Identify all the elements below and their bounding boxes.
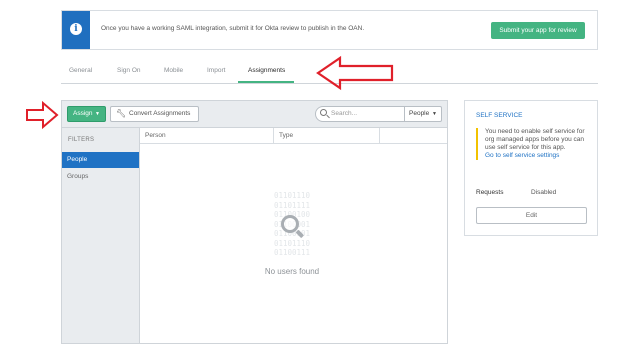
binary-line: 01101110 — [273, 191, 311, 200]
column-person[interactable]: Person — [140, 128, 273, 144]
assignments-panel: Assign ▼ 🔧︎ Convert Assignments Search..… — [61, 100, 448, 344]
wrench-icon: 🔧︎ — [116, 109, 127, 118]
edit-button[interactable]: Edit — [476, 207, 587, 224]
column-empty — [380, 128, 447, 144]
convert-label: Convert Assignments — [129, 110, 191, 117]
banner-message: Once you have a working SAML integration… — [101, 25, 365, 32]
binary-line: 01101111 — [273, 200, 311, 210]
self-service-settings-link[interactable]: Go to self service settings — [485, 152, 559, 159]
filter-groups[interactable]: Groups — [62, 169, 139, 185]
annotation-arrow-left — [316, 55, 394, 91]
tab-mobile[interactable]: Mobile — [164, 67, 183, 74]
tab-general[interactable]: General — [69, 67, 92, 74]
search-placeholder: Search... — [331, 110, 358, 117]
search-icon — [320, 109, 327, 116]
info-icon-box: i — [62, 11, 90, 49]
binary-line: 01100111 — [273, 248, 311, 257]
info-icon: i — [70, 23, 82, 35]
search-input[interactable]: Search... — [315, 106, 405, 122]
filters-sidebar: FILTERS People Groups — [62, 128, 140, 343]
tab-assignments[interactable]: Assignments — [248, 67, 285, 74]
requests-status: Disabled — [531, 189, 557, 196]
tab-import[interactable]: Import — [207, 67, 225, 74]
filter-people[interactable]: People — [62, 152, 139, 168]
self-service-panel: SELF SERVICE You need to enable self ser… — [464, 100, 598, 236]
assign-button[interactable]: Assign ▼ — [67, 106, 106, 122]
self-service-title: SELF SERVICE — [476, 112, 523, 119]
assign-label: Assign — [73, 110, 93, 117]
tab-sign-on[interactable]: Sign On — [117, 67, 141, 74]
submit-for-review-button[interactable]: Submit your app for review — [491, 22, 585, 39]
caret-down-icon: ▼ — [432, 111, 437, 117]
binary-line: 01101110 — [273, 238, 311, 248]
active-tab-indicator — [238, 81, 294, 83]
people-select-value: People — [409, 110, 430, 117]
empty-state-message: No users found — [264, 267, 320, 276]
people-type-select[interactable]: People ▼ — [404, 106, 442, 122]
caret-down-icon: ▼ — [95, 111, 100, 117]
requests-label: Requests — [476, 189, 504, 196]
annotation-arrow-right — [26, 100, 59, 130]
convert-assignments-button[interactable]: 🔧︎ Convert Assignments — [110, 106, 199, 122]
info-banner: i Once you have a working SAML integrati… — [61, 10, 598, 50]
self-service-warning: You need to enable self service for org … — [476, 128, 586, 160]
self-service-note: You need to enable self service for org … — [485, 128, 585, 151]
column-type[interactable]: Type — [274, 128, 379, 144]
filters-heading: FILTERS — [68, 137, 95, 143]
assignments-toolbar: Assign ▼ 🔧︎ Convert Assignments Search..… — [62, 101, 447, 128]
